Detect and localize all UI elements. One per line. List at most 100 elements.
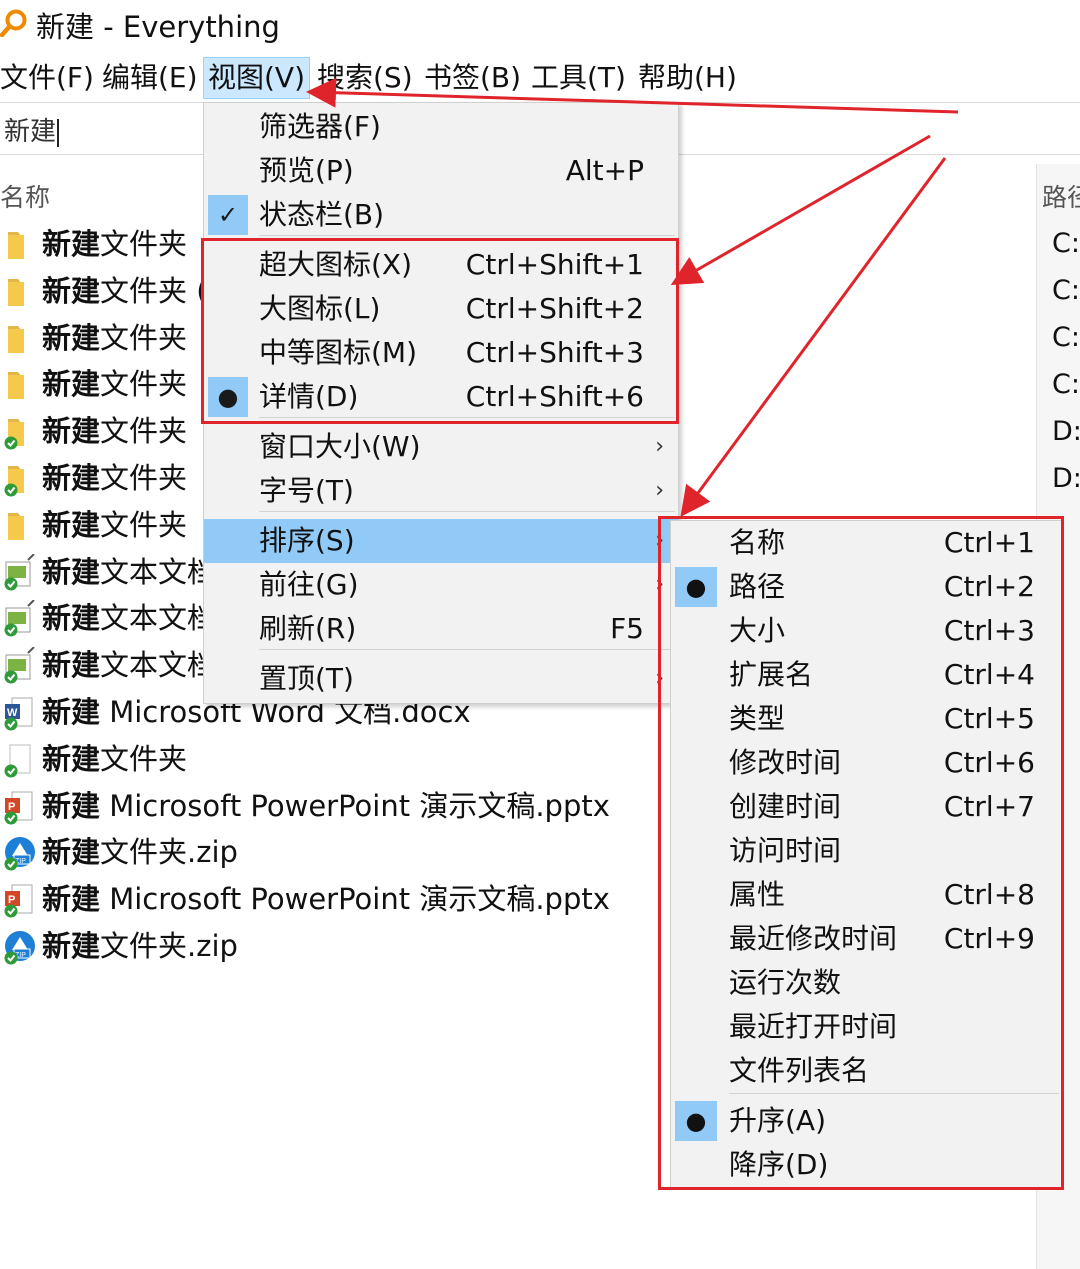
svg-text:P: P — [8, 894, 15, 906]
sort-menu-item[interactable]: 修改时间 Ctrl+6 — [671, 741, 1061, 785]
file-name-rest: 文件夹.zip — [100, 835, 238, 870]
file-name: 新建文件夹 — [42, 458, 187, 498]
sort-menu-item[interactable]: ● 升序(A) — [671, 1099, 1061, 1143]
menu-bookmarks[interactable]: 书签(B) — [420, 58, 525, 98]
menu-item-label: 状态栏(B) — [259, 198, 385, 231]
sort-menu-item[interactable]: 扩展名 Ctrl+4 — [671, 653, 1061, 697]
sort-menu-item[interactable]: 文件列表名 — [671, 1049, 1061, 1093]
file-name-match: 新建 — [42, 741, 101, 776]
file-name: 新建 Microsoft PowerPoint 演示文稿.pptx — [42, 879, 610, 919]
menu-item-label: 最近修改时间 — [729, 922, 898, 955]
file-name-match: 新建 — [42, 320, 101, 355]
path-cell: D: — [1052, 416, 1080, 447]
file-name: 新建文件夹.zip — [42, 832, 238, 872]
sort-menu-item[interactable]: 类型 Ctrl+5 — [671, 697, 1061, 741]
text-caret — [57, 118, 60, 147]
view-menu-item[interactable]: 超大图标(X) Ctrl+Shift+1 — [204, 243, 678, 287]
menu-search[interactable]: 搜索(S) — [313, 58, 417, 98]
view-menu-item[interactable]: 中等图标(M) Ctrl+Shift+3 — [204, 331, 678, 375]
view-menu-item[interactable]: ✓ 状态栏(B) — [204, 193, 678, 237]
file-name-match: 新建 — [42, 367, 101, 402]
radio-dot-icon: ● — [675, 567, 717, 607]
synced-folder-icon — [4, 419, 24, 450]
path-cell: C:\ — [1052, 322, 1080, 353]
radio-dot-icon: ● — [675, 1101, 717, 1141]
powerpoint-icon: P — [4, 791, 33, 825]
file-name-rest: 文件夹 — [100, 507, 188, 542]
menu-item-shortcut: Ctrl+Shift+6 — [465, 380, 644, 413]
view-menu-item[interactable]: 刷新(R) F5 — [204, 607, 678, 651]
menu-view[interactable]: 视图(V) — [202, 57, 311, 99]
file-name-rest: 文件夹 — [100, 320, 188, 355]
menu-tools[interactable]: 工具(T) — [527, 58, 630, 98]
menu-item-label: 预览(P) — [259, 154, 354, 187]
chevron-right-icon: › — [655, 572, 664, 597]
menu-item-label: 前往(G) — [259, 568, 359, 601]
menu-item-label: 访问时间 — [729, 834, 842, 867]
chevron-right-icon: › — [655, 478, 664, 503]
file-name-match: 新建 — [42, 554, 101, 589]
file-name: 新建文件夹 — [42, 224, 187, 264]
menu-item-shortcut: Ctrl+5 — [943, 702, 1035, 735]
view-menu-item[interactable]: 前往(G) › — [204, 563, 678, 607]
path-cell: C:\ — [1052, 275, 1080, 306]
powerpoint-icon: P — [4, 884, 33, 918]
sort-menu-item[interactable]: 最近修改时间 Ctrl+9 — [671, 917, 1061, 961]
sort-menu-item[interactable]: 访问时间 — [671, 829, 1061, 873]
sort-menu-item[interactable]: 大小 Ctrl+3 — [671, 609, 1061, 653]
menu-item-label: 文件列表名 — [729, 1054, 870, 1087]
menu-item-label: 刷新(R) — [259, 612, 357, 645]
search-value: 新建 — [4, 117, 57, 147]
menu-file[interactable]: 文件(F) — [0, 58, 98, 98]
chevron-right-icon: › — [655, 528, 664, 553]
view-menu-item[interactable]: 窗口大小(W) › — [204, 425, 678, 469]
menu-item-shortcut: Alt+P — [565, 154, 644, 187]
sort-menu-item[interactable]: ● 路径 Ctrl+2 — [671, 565, 1061, 609]
file-name-match: 新建 — [42, 882, 101, 917]
file-name-match: 新建 — [42, 788, 101, 823]
view-menu-item[interactable]: 筛选器(F) — [204, 105, 678, 149]
menu-item-label: 字号(T) — [259, 474, 354, 507]
file-name-match: 新建 — [42, 507, 101, 542]
radio-dot-icon: ● — [208, 377, 248, 417]
file-name-match: 新建 — [42, 414, 101, 449]
file-name-match: 新建 — [42, 601, 101, 636]
column-header-path[interactable]: 路径 — [1042, 178, 1080, 214]
file-name: 新建文本文档 — [42, 552, 216, 592]
word-document-icon: W — [4, 697, 33, 731]
path-cell: C:\ — [1052, 228, 1080, 259]
menu-item-shortcut: Ctrl+7 — [943, 790, 1035, 823]
synced-folder-icon — [4, 466, 24, 497]
sort-menu-item[interactable]: 降序(D) — [671, 1143, 1061, 1187]
view-menu-item[interactable]: 排序(S) › — [204, 519, 678, 563]
sort-menu-item[interactable]: 最近打开时间 — [671, 1005, 1061, 1049]
file-name-rest: Microsoft PowerPoint 演示文稿.pptx — [100, 882, 610, 917]
menu-item-shortcut: F5 — [610, 612, 644, 645]
menu-item-shortcut: Ctrl+1 — [943, 526, 1035, 559]
menu-item-label: 扩展名 — [729, 658, 814, 691]
view-menu-item[interactable]: 大图标(L) Ctrl+Shift+2 — [204, 287, 678, 331]
search-input[interactable]: 新建 — [4, 114, 60, 150]
file-name-match: 新建 — [42, 929, 101, 963]
menu-help[interactable]: 帮助(H) — [634, 58, 741, 98]
file-name: 新建文本文档 — [42, 645, 216, 685]
sort-menu-item[interactable]: 名称 Ctrl+1 — [671, 521, 1061, 565]
view-menu-item[interactable]: 字号(T) › — [204, 469, 678, 513]
menu-item-label: 名称 — [729, 526, 786, 559]
menu-item-label: 降序(D) — [729, 1148, 829, 1181]
file-name: 新建文件夹 — [42, 318, 187, 358]
file-name-rest: 文件夹 — [100, 741, 188, 776]
file-name-rest: 文件夹 — [100, 227, 188, 261]
sort-menu-item[interactable]: 创建时间 Ctrl+7 — [671, 785, 1061, 829]
view-menu-item[interactable]: 预览(P) Alt+P — [204, 149, 678, 193]
folder-icon — [8, 325, 24, 353]
sort-menu-item[interactable]: 运行次数 — [671, 961, 1061, 1005]
column-header-name[interactable]: 名称 — [0, 178, 50, 214]
menu-edit[interactable]: 编辑(E) — [98, 58, 202, 98]
file-name-rest: 文件夹.zip — [100, 929, 238, 963]
text-document-icon — [4, 553, 35, 591]
view-menu-item[interactable]: ● 详情(D) Ctrl+Shift+6 — [204, 375, 678, 419]
sort-menu-item[interactable]: 属性 Ctrl+8 — [671, 873, 1061, 917]
view-menu-item[interactable]: 置顶(T) › — [204, 657, 678, 701]
svg-text:W: W — [7, 707, 18, 719]
